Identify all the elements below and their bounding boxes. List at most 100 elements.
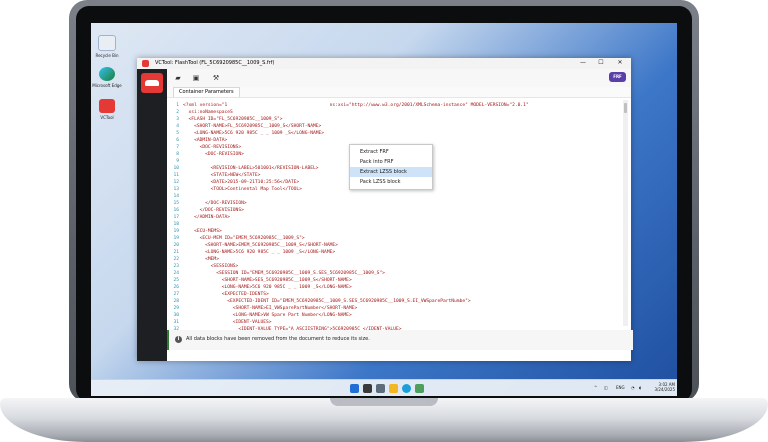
code-line: 20 <SHORT-NAME>EMEM_5C6920985C__1009_S</… [167,242,619,249]
close-button[interactable]: ✕ [612,59,628,66]
line-number: 9 [176,159,179,164]
line-number: 12 [173,180,179,185]
status-message: All data blocks have been removed from t… [186,336,370,342]
wifi-icon[interactable]: ◔ [631,385,635,390]
file-explorer-icon[interactable] [389,384,398,393]
code-text: <LONG-NAME>5C6 920 985C _ _ 1009 _S</LON… [183,131,325,136]
vertical-scrollbar[interactable] [623,100,628,326]
line-number: 26 [173,285,179,290]
line-number: 23 [173,264,179,269]
line-number: 22 [173,257,179,262]
code-line: 27 <EXPECTED-IDENTS> [167,291,619,298]
code-line: 18 [167,221,619,228]
code-text: <EXPECTED-IDENTS> [183,292,269,297]
line-number: 3 [176,117,179,122]
line-number: 31 [173,320,179,325]
desktop-icon-label: Recycle Bin [95,53,119,58]
window-title: VCTool: FlashTool (FL_5C6920985C__1009_S… [155,60,275,66]
network-icon[interactable]: ◫ [604,385,608,390]
line-number: 13 [173,187,179,192]
app-logo-icon [142,60,149,67]
line-number: 10 [173,166,179,171]
code-text: <ECU-MEMS> [183,229,222,234]
clock-date: 3/24/2025 [654,387,675,392]
line-number: 17 [173,215,179,220]
toolbar: ▰ ▣ ⚒ FRF [167,69,631,88]
code-line: 17 </ADMIN-DATA> [167,214,619,221]
code-text: <REVISION-LABEL>501001</REVISION-LABEL> [183,166,319,171]
code-text: <EXPECTED-IDENT ID="EMEM_5C6920985C__100… [183,299,471,304]
code-text: <FLASH ID="FL_5C6920985C__1009_S"> [183,117,283,122]
code-text: <DOC-REVISION> [183,152,244,157]
info-icon: i [175,336,182,343]
xml-editor[interactable]: 1 <?xml version="1 ns:xsi="http://www.w3.… [167,97,631,339]
code-text: <DATE>2015-09-21T10:25:56</DATE> [183,180,300,185]
code-line: 6 <ADMIN-DATA> [167,137,619,144]
desktop-icon-label: Microsoft Edge [92,83,122,88]
code-line: 22 <MEM> [167,256,619,263]
open-folder-icon[interactable]: ▰ [173,73,183,83]
language-indicator[interactable]: ENG [616,385,625,390]
task-view-icon[interactable] [376,384,385,393]
code-line: 26 <LONG-NAME>5C6 920 985C _ _ 1009 _S</… [167,284,619,291]
clock[interactable]: 3:02 AM 3/24/2025 [653,382,675,392]
tools-menu: Extract FRF Pack into FRF Extract LZSS b… [349,144,433,190]
desktop-icon-vctool[interactable]: VCTool [92,99,122,120]
line-number: 11 [173,173,179,178]
save-icon[interactable]: ▣ [191,73,201,83]
line-number: 27 [173,292,179,297]
tools-icon[interactable]: ⚒ [211,73,221,83]
code-text: <LONG-NAME>VW Spare Part Number</LONG-NA… [183,313,352,318]
desktop-icon-edge[interactable]: Microsoft Edge [92,67,122,88]
frf-button[interactable]: FRF [609,72,626,82]
app-window: VCTool: FlashTool (FL_5C6920985C__1009_S… [137,58,633,361]
vctool-icon [99,99,115,113]
edge-taskbar-icon[interactable] [402,384,411,393]
menu-item-pack-lzss-block[interactable]: Pack LZSS block [350,177,432,187]
start-icon[interactable] [350,384,359,393]
code-text: <?xml version="1 ns:xsi="http://www.w3.o… [183,103,529,108]
desktop-icon-recycle-bin[interactable]: Recycle Bin [92,35,122,58]
nav-item-flash-tool[interactable] [141,73,163,93]
scrollbar-thumb[interactable] [624,103,627,113]
title-bar[interactable]: VCTool: FlashTool (FL_5C6920985C__1009_S… [137,58,631,69]
code-line: 28 <EXPECTED-IDENT ID="EMEM_5C6920985C__… [167,298,619,305]
code-line: 1 <?xml version="1 ns:xsi="http://www.w3.… [167,102,619,109]
line-number: 18 [173,222,179,227]
line-number: 28 [173,299,179,304]
code-text: <STATE>NEW</STATE> [183,173,261,178]
line-number: 25 [173,278,179,283]
code-text: <ADMIN-DATA> [183,138,228,143]
code-line: 30 <LONG-NAME>VW Spare Part Number</LONG… [167,312,619,319]
code-line: 16 </DOC-REVISIONS> [167,207,619,214]
code-text: <MEM> [183,257,219,262]
code-text: <SHORT-NAME>EMEM_5C6920985C__1009_S</SHO… [183,243,338,248]
code-line: 29 <SHORT-NAME>EI_VWSparePartNumber</SHO… [167,305,619,312]
search-icon[interactable] [363,384,372,393]
status-bar: i All data blocks have been removed from… [167,330,633,350]
car-icon [145,80,159,86]
minimize-button[interactable]: — [575,59,591,66]
line-number: 20 [173,243,179,248]
menu-item-extract-lzss-block[interactable]: Extract LZSS block [350,167,432,177]
tab-container-parameters[interactable]: Container Parameters [173,87,240,97]
line-number: 29 [173,306,179,311]
desktop-icon-label: VCTool [100,115,114,120]
code-text: <SHORT-NAME>EI_VWSparePartNumber</SHORT-… [183,306,358,311]
menu-item-pack-into-frf[interactable]: Pack into FRF [350,157,432,167]
line-number: 5 [176,131,179,136]
line-number: 14 [173,194,179,199]
line-number: 16 [173,208,179,213]
code-line: 21 <LONG-NAME>5C6 920 985C _ _ 1009 _S</… [167,249,619,256]
volume-icon[interactable]: ◖ [639,385,641,390]
chevron-up-icon[interactable]: ^ [594,385,597,390]
tab-strip: Container Parameters [167,87,631,97]
taskbar: ^ ◫ ENG ◔ ◖ 3:02 AM 3/24/2025 [91,379,677,396]
maximize-button[interactable]: ☐ [593,59,609,66]
line-number: 8 [176,152,179,157]
store-icon[interactable] [415,384,424,393]
code-line: 14 [167,193,619,200]
menu-item-extract-frf[interactable]: Extract FRF [350,147,432,157]
code-line: 19 <ECU-MEMS> [167,228,619,235]
code-text: <SESSIONS> [183,264,239,269]
